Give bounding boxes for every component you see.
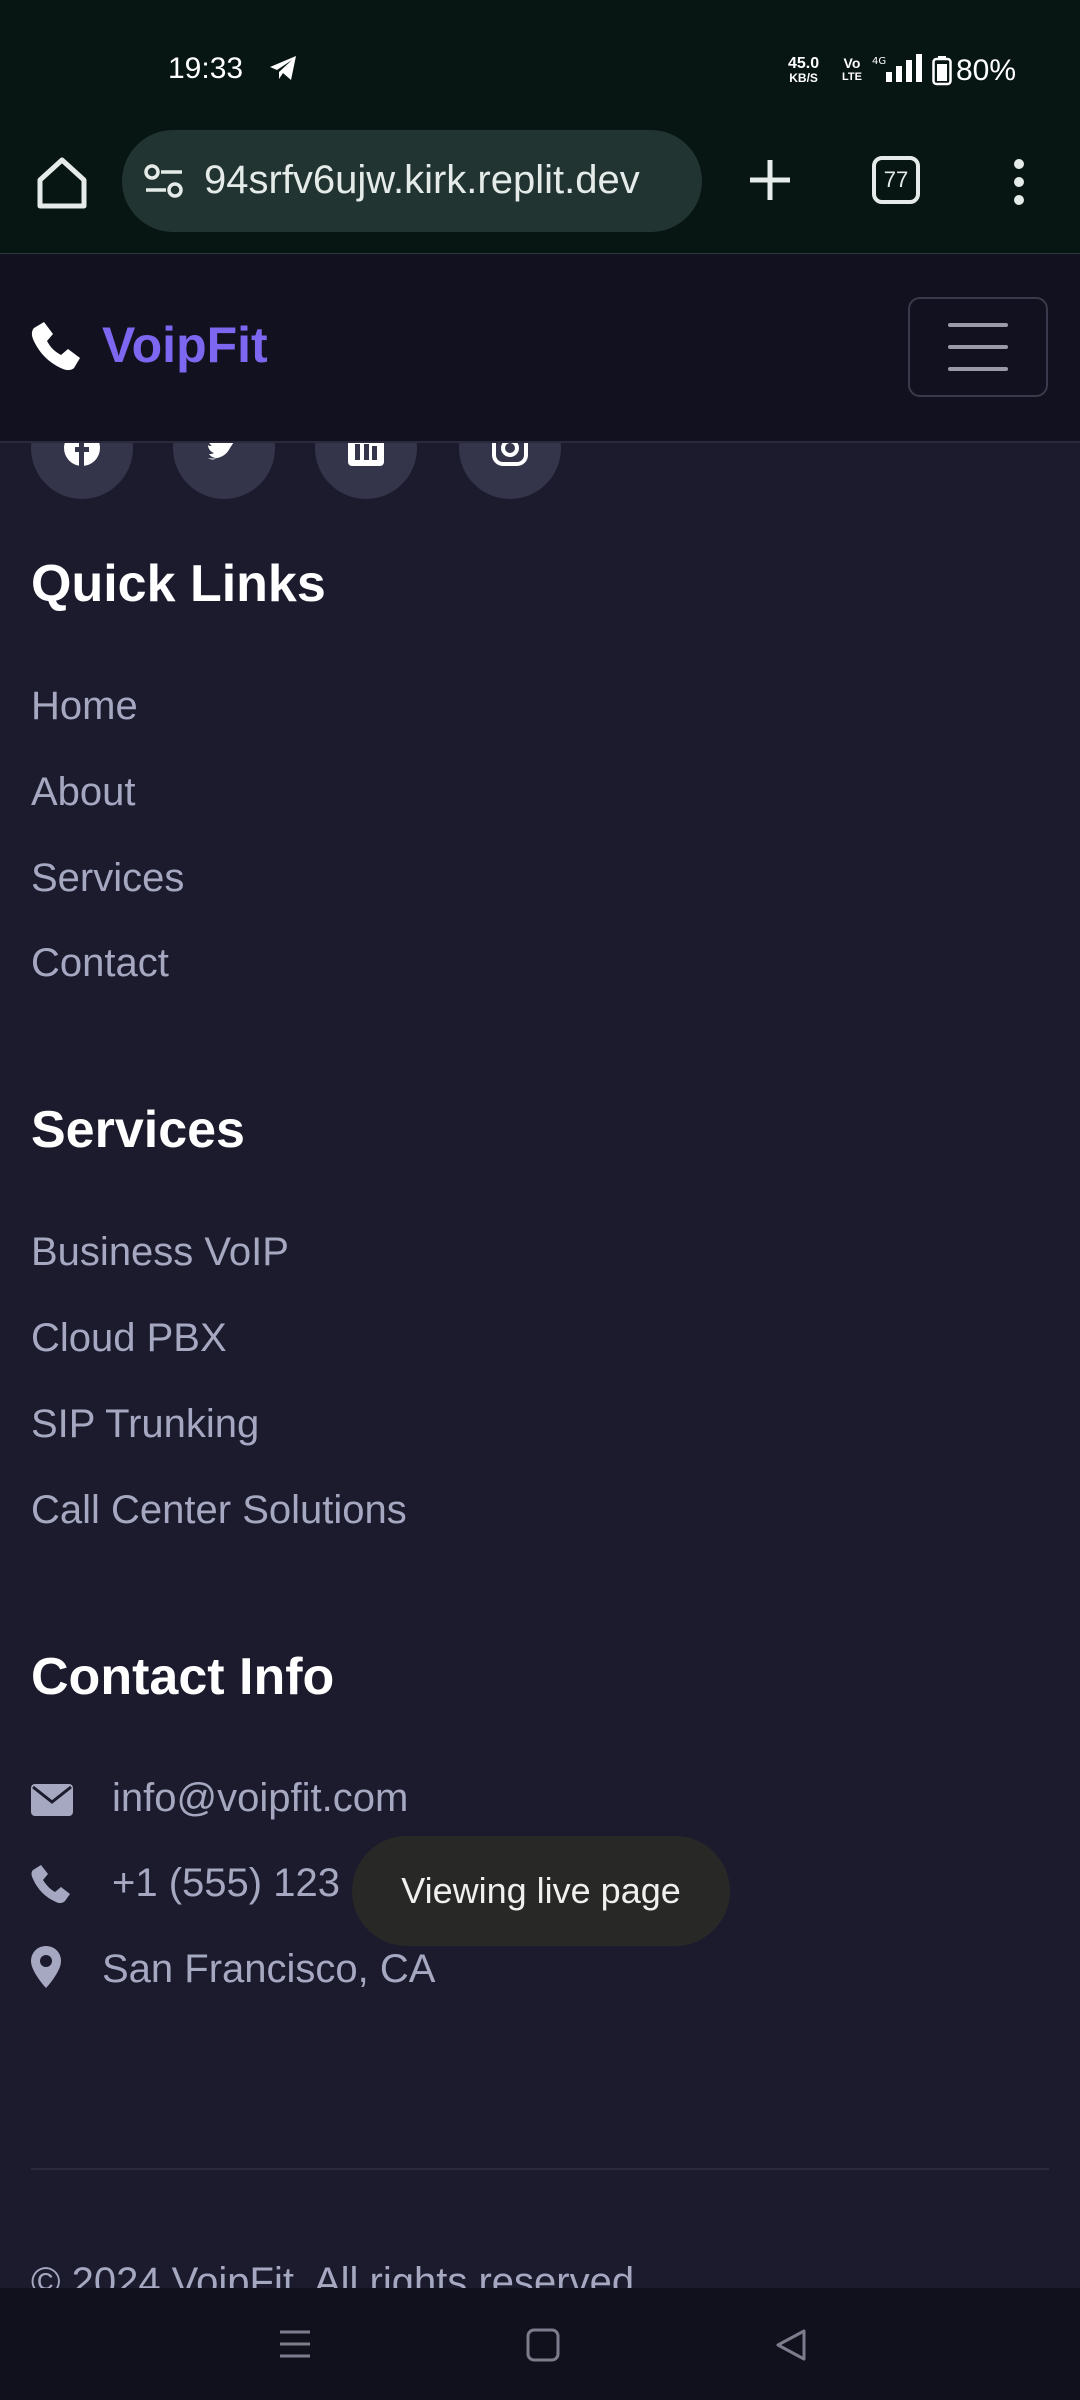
footer-link-contact[interactable]: Contact (31, 941, 169, 986)
social-links (0, 443, 1080, 499)
site-navbar: VoipFit (0, 254, 1080, 443)
url-text[interactable]: 94srfv6ujw.kirk.replit.dev (204, 158, 702, 203)
site-settings-icon[interactable] (142, 163, 186, 199)
net-speed: 45.0 KB/S (788, 55, 820, 86)
battery-icon (932, 56, 952, 86)
phone-icon (31, 322, 81, 371)
instagram-link[interactable] (459, 443, 561, 499)
home-icon[interactable] (30, 150, 94, 214)
footer-link-about[interactable]: About (31, 770, 136, 815)
service-link-sip-trunking[interactable]: SIP Trunking (31, 1402, 259, 1447)
more-menu-icon[interactable] (1004, 152, 1034, 212)
twitter-icon (208, 443, 234, 460)
signal-icon: 4G (872, 54, 922, 82)
battery-percent: 80% (956, 54, 1017, 87)
linkedin-link[interactable] (315, 443, 417, 499)
navbar-toggle-button[interactable] (908, 297, 1048, 397)
facebook-link[interactable] (31, 443, 133, 499)
facebook-icon (64, 443, 100, 468)
envelope-icon (31, 1784, 73, 1816)
services-title: Services (31, 1101, 245, 1159)
service-link-cloud-pbx[interactable]: Cloud PBX (31, 1316, 227, 1361)
footer-divider (31, 2168, 1049, 2170)
telegram-icon (270, 56, 296, 80)
quick-links-title: Quick Links (31, 555, 326, 613)
phone-contact-icon (31, 1865, 70, 1904)
contact-phone[interactable]: +1 (555) 123 (112, 1861, 340, 1906)
contact-email[interactable]: info@voipfit.com (112, 1776, 408, 1821)
hamburger-icon (948, 323, 1008, 327)
service-link-call-center[interactable]: Call Center Solutions (31, 1488, 407, 1533)
contact-location: San Francisco, CA (102, 1947, 436, 1991)
footer-link-services[interactable]: Services (31, 856, 184, 901)
status-time: 19:33 (168, 52, 244, 85)
footer-link-home[interactable]: Home (31, 684, 138, 729)
instagram-icon (492, 443, 528, 466)
linkedin-icon (348, 443, 384, 466)
service-link-business-voip[interactable]: Business VoIP (31, 1230, 289, 1275)
brand-logo[interactable]: VoipFit (102, 316, 268, 374)
volte-indicator: Vo LTE (842, 55, 862, 83)
twitter-link[interactable] (173, 443, 275, 499)
location-pin-icon (31, 1946, 61, 1988)
tab-switcher-button[interactable]: 77 (872, 156, 920, 204)
svg-text:4G: 4G (872, 56, 886, 67)
home-nav-icon[interactable] (526, 2328, 560, 2362)
new-tab-icon[interactable] (740, 150, 800, 210)
back-icon[interactable] (774, 2328, 808, 2362)
recent-apps-icon[interactable] (278, 2328, 312, 2360)
browser-toolbar: 94srfv6ujw.kirk.replit.dev 77 (0, 128, 1080, 255)
viewing-live-page-toast: Viewing live page (352, 1836, 730, 1946)
address-bar[interactable]: 94srfv6ujw.kirk.replit.dev (122, 130, 702, 232)
status-bar: 19:33 45.0 KB/S Vo LTE 4G 80% (0, 0, 1080, 128)
contact-info-title: Contact Info (31, 1648, 335, 1706)
system-navigation-bar (0, 2288, 1080, 2400)
